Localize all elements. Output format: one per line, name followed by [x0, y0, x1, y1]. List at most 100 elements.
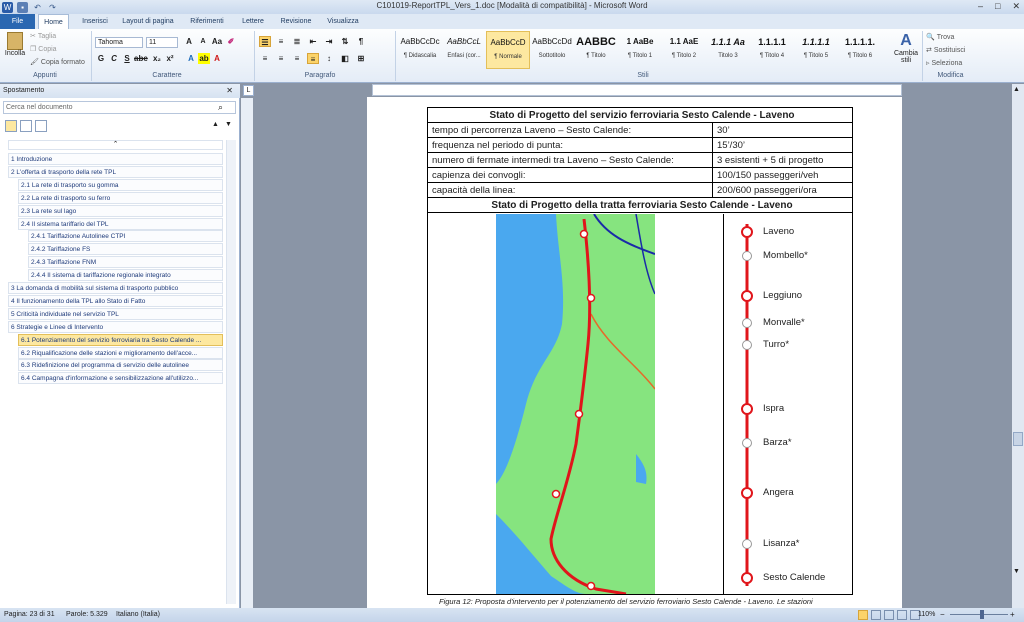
- text-effects-icon[interactable]: A: [185, 53, 197, 64]
- close-icon[interactable]: ✕: [226, 86, 233, 95]
- pilcrow-icon[interactable]: ¶: [355, 36, 367, 47]
- minimize-icon[interactable]: –: [978, 1, 983, 12]
- nav-up-icon[interactable]: ▲: [212, 121, 219, 128]
- style-tile[interactable]: AABBC ¶ Titolo: [574, 31, 618, 69]
- decrease-indent-icon[interactable]: ⇤: [307, 36, 319, 47]
- align-center-icon[interactable]: ≡: [275, 53, 287, 64]
- reading-view-icon[interactable]: [871, 610, 881, 620]
- superscript-icon[interactable]: x²: [164, 53, 176, 64]
- style-tile[interactable]: AaBbCcDd Sottotitolo: [530, 31, 574, 69]
- vertical-ruler[interactable]: [241, 98, 253, 608]
- collapse-all-icon[interactable]: ⌃: [8, 140, 223, 150]
- multilevel-list-icon[interactable]: ≣: [291, 36, 303, 47]
- sort-icon[interactable]: ⇅: [339, 36, 351, 47]
- nav-heading-item[interactable]: 2.4.1 Tariffazione Autolinee CTPI: [28, 230, 223, 243]
- word-count[interactable]: Parole: 5.329: [66, 608, 108, 622]
- nav-heading-item[interactable]: 5 Criticità individuate nel servizio TPL: [8, 307, 223, 320]
- change-styles-button[interactable]: A Cambia stili: [892, 32, 920, 64]
- nav-heading-item[interactable]: 6.2 Riqualificazione delle stazioni e mi…: [18, 346, 223, 359]
- outline-view-icon[interactable]: [897, 610, 907, 620]
- nav-heading-item[interactable]: 2.2 La rete di trasporto su ferro: [18, 191, 223, 204]
- style-tile[interactable]: 1.1.1.1. ¶ Titolo 6: [838, 31, 882, 69]
- italic-icon[interactable]: C: [108, 53, 120, 64]
- align-right-icon[interactable]: ≡: [291, 53, 303, 64]
- maximize-icon[interactable]: □: [995, 1, 1000, 12]
- change-case-icon[interactable]: Aa: [211, 36, 223, 47]
- nav-heading-item[interactable]: 2.4.2 Tariffazione FS: [28, 243, 223, 256]
- replace-button[interactable]: ⇄ Sostituisci: [926, 46, 965, 55]
- nav-heading-item[interactable]: 6 Strategie e Linee di Intervento: [8, 320, 223, 333]
- vertical-scrollbar[interactable]: ▲ ▼: [1012, 84, 1024, 608]
- find-button[interactable]: 🔍 Trova: [926, 33, 954, 42]
- tab-layout-di-pagina[interactable]: Layout di pagina: [117, 14, 179, 29]
- zoom-in-icon[interactable]: +: [1010, 608, 1015, 622]
- font-size-box[interactable]: 11: [146, 37, 178, 48]
- shading-icon[interactable]: ◧: [339, 53, 351, 64]
- tab-lettere[interactable]: Lettere: [236, 14, 270, 29]
- nav-heading-item[interactable]: 4 Il funzionamento della TPL allo Stato …: [8, 294, 223, 307]
- zoom-level[interactable]: 110%: [918, 608, 935, 622]
- style-tile[interactable]: AaBbCcL Enfasi (cor...: [442, 31, 486, 69]
- scroll-thumb[interactable]: [1013, 432, 1023, 446]
- align-left-icon[interactable]: ≡: [259, 53, 271, 64]
- font-name-box[interactable]: Tahoma: [95, 37, 143, 48]
- style-tile[interactable]: AaBbCcDc ¶ Didascalia: [398, 31, 442, 69]
- tab-file[interactable]: File: [0, 14, 35, 29]
- tab-visualizza[interactable]: Visualizza: [322, 14, 364, 29]
- search-icon[interactable]: ⌕: [218, 102, 223, 113]
- nav-heading-item[interactable]: 1 Introduzione: [8, 153, 223, 165]
- document-page[interactable]: Stato di Progetto del servizio ferroviar…: [367, 97, 902, 610]
- style-tile[interactable]: 1.1.1 Aa Titolo 3: [706, 31, 750, 69]
- style-tile[interactable]: AaBbCcD ¶ Normale: [486, 31, 530, 69]
- line-spacing-icon[interactable]: ↕: [323, 53, 335, 64]
- nav-heading-item[interactable]: 2.4 Il sistema tariffario del TPL: [18, 217, 223, 230]
- style-tile[interactable]: 1 AaBe ¶ Titolo 1: [618, 31, 662, 69]
- horizontal-ruler[interactable]: [372, 84, 902, 96]
- clear-format-icon[interactable]: ✐: [225, 36, 237, 47]
- scroll-up-icon[interactable]: ▲: [1013, 86, 1020, 93]
- paste-button[interactable]: Incolla: [4, 32, 26, 57]
- print-layout-icon[interactable]: [858, 610, 868, 620]
- increase-indent-icon[interactable]: ⇥: [323, 36, 335, 47]
- results-view-icon[interactable]: [35, 120, 47, 132]
- tab-riferimenti[interactable]: Riferimenti: [184, 14, 230, 29]
- select-button[interactable]: ▹ Seleziona: [926, 59, 962, 68]
- nav-heading-item[interactable]: 6.3 Ridefinizione del programma di servi…: [18, 359, 223, 372]
- nav-heading-item[interactable]: 2 L'offerta di trasporto della rete TPL: [8, 165, 223, 178]
- nav-heading-item[interactable]: 2.4.3 Tariffazione FNM: [28, 256, 223, 269]
- bold-icon[interactable]: G: [95, 53, 107, 64]
- nav-heading-item[interactable]: 3 La domanda di mobilità sul sistema di …: [8, 282, 223, 294]
- close-icon[interactable]: ✕: [1012, 1, 1020, 12]
- pages-view-icon[interactable]: [20, 120, 32, 132]
- bullets-icon[interactable]: ☰: [259, 36, 271, 47]
- nav-search-input[interactable]: Cerca nel documento: [3, 101, 236, 114]
- tab-selector-icon[interactable]: L: [243, 85, 254, 96]
- justify-icon[interactable]: ≡: [307, 53, 319, 64]
- nav-heading-item[interactable]: 2.1 La rete di trasporto su gomma: [18, 178, 223, 191]
- borders-icon[interactable]: ⊞: [355, 53, 367, 64]
- format-painter-button[interactable]: 🖌 Copia formato: [30, 58, 85, 67]
- tab-revisione[interactable]: Revisione: [277, 14, 315, 29]
- shrink-font-icon[interactable]: A: [197, 36, 209, 47]
- underline-icon[interactable]: S: [121, 53, 133, 64]
- nav-scrollbar[interactable]: [226, 140, 236, 604]
- font-color-icon[interactable]: A: [211, 53, 223, 64]
- nav-heading-item[interactable]: 2.4.4 Il sistema di tariffazione regiona…: [28, 269, 223, 282]
- page-count[interactable]: Pagina: 23 di 31: [4, 608, 55, 622]
- tab-inserisci[interactable]: Inserisci: [76, 14, 114, 29]
- cut-button[interactable]: ✂ Taglia: [30, 32, 56, 41]
- zoom-slider[interactable]: − +: [940, 610, 1018, 619]
- numbering-icon[interactable]: ≡: [275, 36, 287, 47]
- style-tile[interactable]: 1.1.1.1 ¶ Titolo 4: [750, 31, 794, 69]
- zoom-out-icon[interactable]: −: [940, 608, 945, 622]
- language-indicator[interactable]: Italiano (Italia): [116, 608, 160, 622]
- strikethrough-icon[interactable]: abe: [134, 53, 148, 64]
- subscript-icon[interactable]: x₂: [151, 53, 163, 64]
- scroll-down-icon[interactable]: ▼: [1013, 568, 1020, 575]
- style-tile[interactable]: 1.1 AaE ¶ Titolo 2: [662, 31, 706, 69]
- highlight-icon[interactable]: ab: [198, 53, 210, 64]
- nav-heading-item[interactable]: 6.4 Campagna d'informazione e sensibiliz…: [18, 372, 223, 385]
- nav-down-icon[interactable]: ▼: [225, 121, 232, 128]
- style-tile[interactable]: 1.1.1.1 ¶ Titolo 5: [794, 31, 838, 69]
- grow-font-icon[interactable]: A: [183, 36, 195, 47]
